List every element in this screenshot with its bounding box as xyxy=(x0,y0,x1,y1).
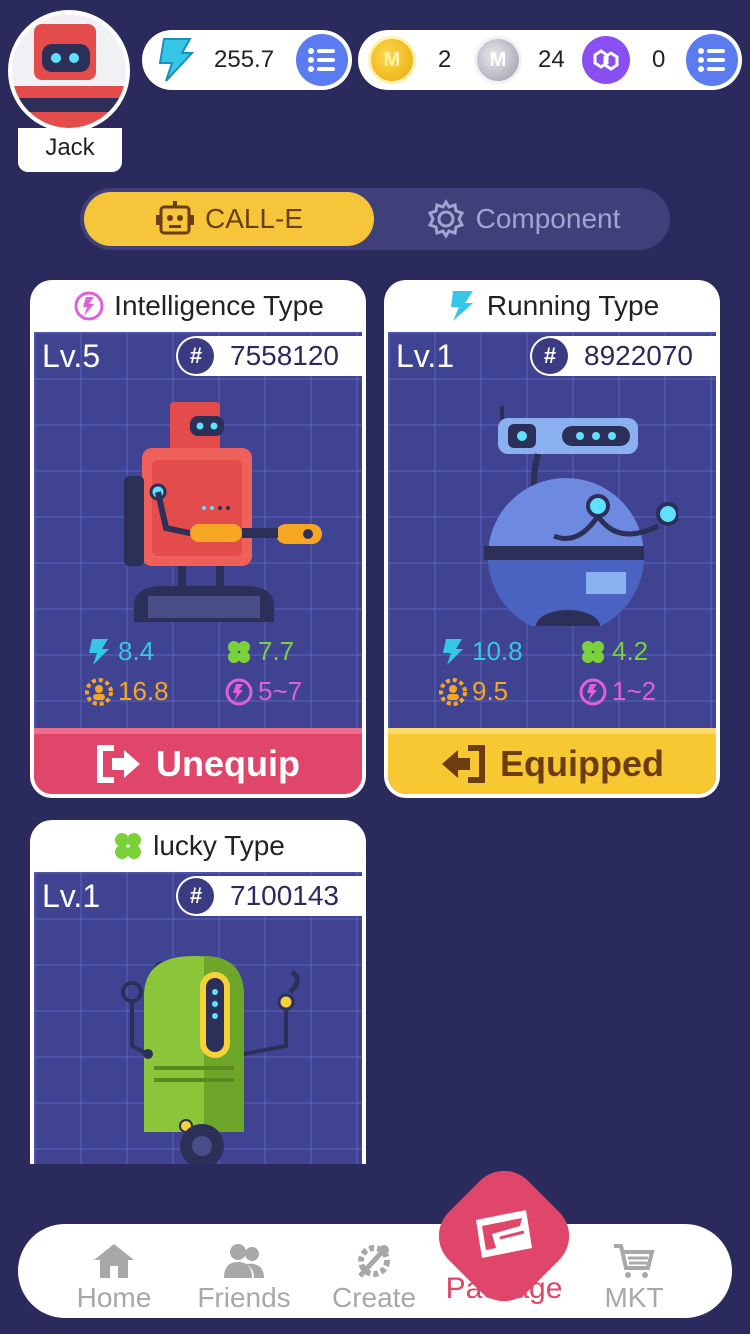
card-type-label: Running Type xyxy=(486,290,660,321)
nav-package[interactable]: Package xyxy=(434,1272,574,1306)
green-robot-image xyxy=(121,956,300,1164)
package-icon xyxy=(476,1210,532,1258)
luck-stat: 7.7 xyxy=(224,636,294,667)
clover-icon xyxy=(115,833,142,859)
robot-icon xyxy=(155,201,194,235)
nav-friends[interactable]: Friends xyxy=(184,1228,304,1314)
category-tabs: CALL-E Component xyxy=(80,188,670,250)
nav-mkt[interactable]: MKT xyxy=(574,1228,694,1314)
tab-component[interactable]: Component xyxy=(380,192,666,246)
list-icon xyxy=(308,48,335,72)
robot-card[interactable]: lucky Type Lv.1 # 7100143 xyxy=(30,820,366,1164)
card-body: Lv.1 # 7100143 xyxy=(34,872,362,1164)
card-type-header: Intelligence Type xyxy=(30,280,366,332)
equipped-button[interactable]: Equipped xyxy=(388,728,716,794)
user-avatar[interactable]: Jack xyxy=(8,10,132,172)
polygon-icon xyxy=(582,36,630,84)
username: Jack xyxy=(18,128,122,172)
energy-balance: 255.7 xyxy=(142,30,352,90)
friends-icon xyxy=(224,1244,264,1278)
speed-stat: 10.8 xyxy=(438,636,523,667)
hash-icon: # xyxy=(178,878,214,914)
intelligence-icon xyxy=(74,291,104,321)
robot-level: Lv.5 xyxy=(42,338,101,374)
gold-value: 2 xyxy=(438,46,452,73)
serial-number: 7100143 xyxy=(230,880,340,911)
robot-stats: 8.4 7.7 16.8 5~7 xyxy=(34,632,362,722)
nav-create[interactable]: Create xyxy=(314,1228,434,1314)
serial-number: 8922070 xyxy=(584,340,694,371)
robot-serial: # 8922070 xyxy=(530,336,716,376)
cog-person-icon xyxy=(85,677,113,706)
card-body: Lv.5 # 7558120 8.4 7.7 16.8 5~7 Unequip xyxy=(34,332,362,794)
gold-coin-icon: M xyxy=(368,36,416,84)
intelligence-stat: 1~2 xyxy=(578,676,656,707)
card-type-header: Running Type xyxy=(384,280,720,332)
hash-icon: # xyxy=(532,338,568,374)
speed-stat: 8.4 xyxy=(84,636,154,667)
energy-value: 255.7 xyxy=(214,46,275,73)
home-icon xyxy=(94,1244,134,1278)
nav-home[interactable]: Home xyxy=(54,1228,174,1314)
unequip-button[interactable]: Unequip xyxy=(34,728,362,794)
list-icon xyxy=(698,48,725,72)
luck-stat: 4.2 xyxy=(578,636,648,667)
card-type-label: lucky Type xyxy=(153,830,285,861)
cog-person-icon xyxy=(439,677,467,706)
tab-component-label: Component xyxy=(475,203,621,234)
intelligence-icon xyxy=(225,678,253,705)
silver-coin-icon: M xyxy=(474,36,522,84)
serial-number: 7558120 xyxy=(230,340,340,371)
coins-menu-button[interactable] xyxy=(686,34,738,86)
cart-icon xyxy=(614,1244,655,1278)
robot-card[interactable]: Running Type Lv.1 # 8922070 10.8 4.2 9.5… xyxy=(384,280,720,798)
robot-serial: # 7100143 xyxy=(176,876,362,916)
energy-icon xyxy=(450,291,473,321)
intelligence-stat: 5~7 xyxy=(224,676,302,707)
hash-icon: # xyxy=(178,338,214,374)
power-stat: 9.5 xyxy=(438,676,508,707)
card-body: Lv.1 # 8922070 10.8 4.2 9.5 1~2 Equipped xyxy=(388,332,716,794)
robot-stats: 10.8 4.2 9.5 1~2 xyxy=(388,632,716,722)
robot-level: Lv.1 xyxy=(396,338,455,374)
energy-menu-button[interactable] xyxy=(296,34,348,86)
robot-serial: # 7558120 xyxy=(176,336,362,376)
energy-icon xyxy=(443,638,463,665)
red-robot-image xyxy=(124,402,322,622)
enter-arrow-icon xyxy=(442,745,485,783)
blue-ball-robot-image xyxy=(484,406,678,626)
exit-arrow-icon xyxy=(97,745,140,783)
coin-balances: M 2 M 24 0 xyxy=(358,30,742,90)
energy-icon xyxy=(158,38,195,82)
card-type-label: Intelligence Type xyxy=(114,290,324,321)
avatar xyxy=(8,10,130,132)
silver-value: 24 xyxy=(538,46,565,73)
clover-icon xyxy=(582,640,604,663)
polygon-value: 0 xyxy=(652,46,666,73)
clover-icon xyxy=(228,640,250,663)
wrench-gear-icon xyxy=(358,1245,390,1278)
robot-level: Lv.1 xyxy=(42,878,101,914)
intelligence-icon xyxy=(579,678,607,705)
gear-icon xyxy=(427,199,464,239)
robot-card[interactable]: Intelligence Type Lv.5 # 7558120 8.4 7.7… xyxy=(30,280,366,798)
robot-avatar-icon xyxy=(12,24,126,128)
power-stat: 16.8 xyxy=(84,676,169,707)
energy-icon xyxy=(89,638,109,665)
tab-call-e[interactable]: CALL-E xyxy=(84,192,374,246)
bottom-nav: Home Friends Create MKT xyxy=(18,1224,732,1318)
tab-call-e-label: CALL-E xyxy=(204,203,304,234)
card-type-header: lucky Type xyxy=(30,820,366,872)
